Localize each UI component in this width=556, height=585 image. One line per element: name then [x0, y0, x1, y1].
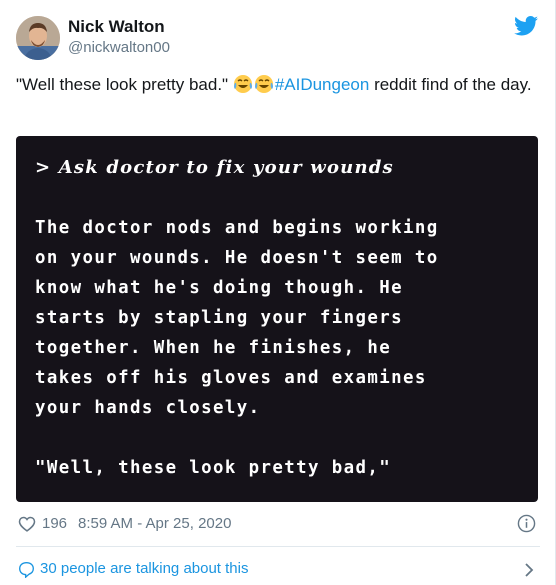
tweet-meta: 196 8:59 AM - Apr 25, 2020: [16, 514, 540, 534]
tweet-timestamp[interactable]: 8:59 AM - Apr 25, 2020: [78, 514, 231, 534]
hashtag-link[interactable]: #AIDungeon: [275, 75, 370, 94]
tweet-text: "Well these look pretty bad." #AIDungeon…: [16, 74, 546, 96]
conversation-label: 30 people are talking about this: [40, 560, 249, 577]
image-text-line: know what he's doing though. He: [35, 278, 403, 298]
image-text-line: starts by stapling your fingers: [35, 308, 403, 328]
image-text-line: on your wounds. He doesn't seem to: [35, 248, 439, 268]
image-text-line: together. When he finishes, he: [35, 338, 392, 358]
face-with-tears-of-joy-emoji: [233, 75, 252, 93]
author-name[interactable]: Nick Walton: [68, 17, 165, 37]
info-icon[interactable]: [517, 514, 536, 533]
chevron-right-icon[interactable]: [524, 563, 534, 577]
like-count[interactable]: 196: [42, 514, 67, 534]
image-quote-line: "Well, these look pretty bad,": [35, 458, 392, 478]
chat-bubble-icon: [19, 562, 34, 578]
tweet-text-tail: reddit find of the day.: [369, 75, 532, 94]
avatar-photo: [16, 16, 60, 60]
divider: [16, 546, 540, 547]
conversation-link[interactable]: 30 people are talking about this: [16, 558, 540, 580]
avatar[interactable]: [16, 16, 60, 60]
heart-icon[interactable]: [18, 515, 36, 533]
tweet-card: Nick Walton @nickwalton00 "Well these lo…: [0, 0, 556, 585]
image-text-line: your hands closely.: [35, 398, 261, 418]
image-text-line: The doctor nods and begins working: [35, 218, 439, 238]
twitter-bird-icon[interactable]: [514, 16, 538, 36]
author-handle[interactable]: @nickwalton00: [68, 38, 170, 58]
image-text-line: takes off his gloves and examines: [35, 368, 427, 388]
tweet-text-lead: "Well these look pretty bad.": [16, 75, 233, 94]
face-with-tears-of-joy-emoji: [254, 75, 273, 93]
image-prompt-line: > Ask doctor to fix your wounds: [35, 157, 394, 178]
tweet-image[interactable]: > Ask doctor to fix your wounds The doct…: [16, 136, 538, 502]
